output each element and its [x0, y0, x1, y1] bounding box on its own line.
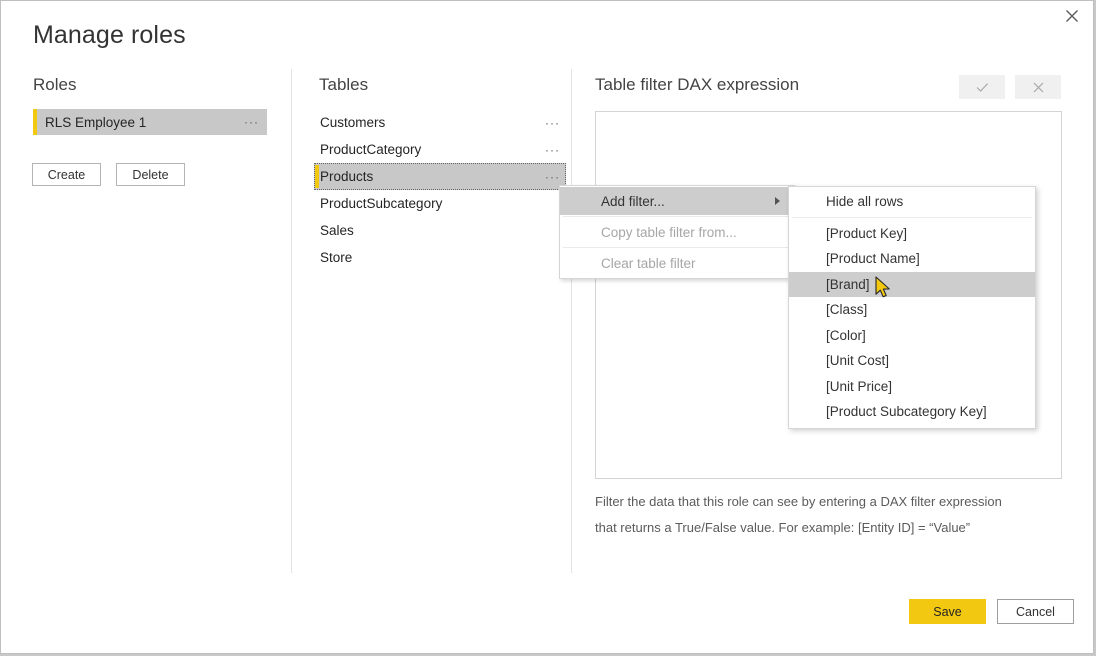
context-menu-separator: [563, 247, 791, 248]
divider-tables-dax: [571, 69, 572, 573]
submenu-item-label: [Unit Price]: [826, 378, 893, 394]
submenu-item-product-subcategory-key[interactable]: [Product Subcategory Key]: [789, 399, 1035, 425]
context-menu-item-label: Clear table filter: [601, 255, 696, 271]
table-item-label: Store: [320, 250, 353, 265]
submenu-item-unit-price[interactable]: [Unit Price]: [789, 374, 1035, 400]
table-list-item-productcategory[interactable]: ProductCategory ···: [314, 136, 566, 163]
submenu-item-label: [Product Subcategory Key]: [826, 404, 987, 420]
role-actions: Create Delete: [32, 163, 185, 186]
divider-roles-tables: [291, 69, 292, 573]
accept-dax-button[interactable]: [959, 75, 1005, 99]
chevron-right-icon: [775, 197, 780, 205]
table-list-item-store[interactable]: Store: [314, 244, 566, 271]
role-item-label: RLS Employee 1: [45, 114, 147, 130]
dax-help-line-1: Filter the data that this role can see b…: [595, 494, 1002, 509]
submenu-item-label: [Product Name]: [826, 251, 920, 267]
role-list-item[interactable]: RLS Employee 1 ···: [33, 109, 267, 135]
context-menu-item-label: Copy table filter from...: [601, 224, 737, 240]
context-menu-separator: [563, 216, 791, 217]
submenu-item-product-key[interactable]: [Product Key]: [789, 221, 1035, 247]
submenu-item-label: [Class]: [826, 302, 868, 318]
tables-list: Customers ··· ProductCategory ··· Produc…: [314, 109, 566, 271]
dax-section-heading: Table filter DAX expression: [595, 75, 800, 94]
submenu-item-label: [Color]: [826, 327, 866, 343]
table-item-label: Products: [320, 169, 374, 184]
table-item-more-icon[interactable]: ···: [545, 117, 560, 129]
table-item-more-icon[interactable]: ···: [545, 171, 560, 183]
submenu-item-label: [Product Key]: [826, 225, 908, 241]
roles-list: RLS Employee 1 ···: [33, 109, 267, 135]
submenu-item-color[interactable]: [Color]: [789, 323, 1035, 349]
table-context-menu: Add filter... Copy table filter from... …: [559, 185, 795, 279]
dialog-footer: Save Cancel: [909, 599, 1074, 624]
close-dialog-button[interactable]: [1051, 1, 1093, 31]
roles-section-heading: Roles: [33, 75, 77, 94]
role-item-more-icon[interactable]: ···: [244, 116, 259, 128]
table-item-more-icon[interactable]: ···: [545, 144, 560, 156]
submenu-item-product-name[interactable]: [Product Name]: [789, 246, 1035, 272]
delete-role-button[interactable]: Delete: [116, 163, 185, 186]
submenu-separator: [792, 216, 1032, 218]
table-list-item-productsubcategory[interactable]: ProductSubcategory: [314, 190, 566, 217]
dax-help-text: Filter the data that this role can see b…: [595, 489, 1065, 541]
submenu-item-brand[interactable]: [Brand]: [789, 271, 1035, 297]
table-list-item-sales[interactable]: Sales: [314, 217, 566, 244]
submenu-item-label: [Unit Cost]: [826, 353, 890, 369]
close-icon: [1065, 9, 1079, 23]
cancel-button[interactable]: Cancel: [997, 599, 1074, 624]
table-list-item-products[interactable]: Products ···: [314, 163, 566, 190]
submenu-item-label: [Brand]: [826, 276, 870, 292]
submenu-item-unit-cost[interactable]: [Unit Cost]: [789, 348, 1035, 374]
submenu-item-class[interactable]: [Class]: [789, 297, 1035, 323]
dax-action-buttons: [959, 75, 1061, 99]
context-menu-item-copy-table-filter[interactable]: Copy table filter from...: [560, 218, 794, 246]
submenu-item-label: Hide all rows: [826, 194, 904, 210]
save-button[interactable]: Save: [909, 599, 986, 624]
submenu-item-hide-all-rows[interactable]: Hide all rows: [789, 189, 1035, 215]
manage-roles-dialog: Manage roles Roles Tables Table filter D…: [0, 0, 1094, 654]
tables-section-heading: Tables: [319, 75, 369, 94]
selected-accent-bar: [315, 165, 319, 188]
context-menu-item-clear-table-filter[interactable]: Clear table filter: [560, 249, 794, 277]
context-menu-item-label: Add filter...: [601, 193, 665, 209]
page-title: Manage roles: [33, 21, 186, 49]
context-menu-item-add-filter[interactable]: Add filter...: [560, 187, 794, 215]
table-item-label: ProductCategory: [320, 142, 422, 157]
table-item-label: Customers: [320, 115, 386, 130]
add-filter-submenu: Hide all rows [Product Key] [Product Nam…: [788, 186, 1036, 429]
table-list-item-customers[interactable]: Customers ···: [314, 109, 566, 136]
table-item-label: ProductSubcategory: [320, 196, 443, 211]
table-item-label: Sales: [320, 223, 354, 238]
create-role-button[interactable]: Create: [32, 163, 101, 186]
selected-accent-bar: [33, 109, 37, 135]
checkmark-icon: [976, 82, 989, 93]
reject-dax-button[interactable]: [1015, 75, 1061, 99]
close-icon: [1033, 82, 1044, 93]
dax-help-line-2: that returns a True/False value. For exa…: [595, 520, 971, 535]
